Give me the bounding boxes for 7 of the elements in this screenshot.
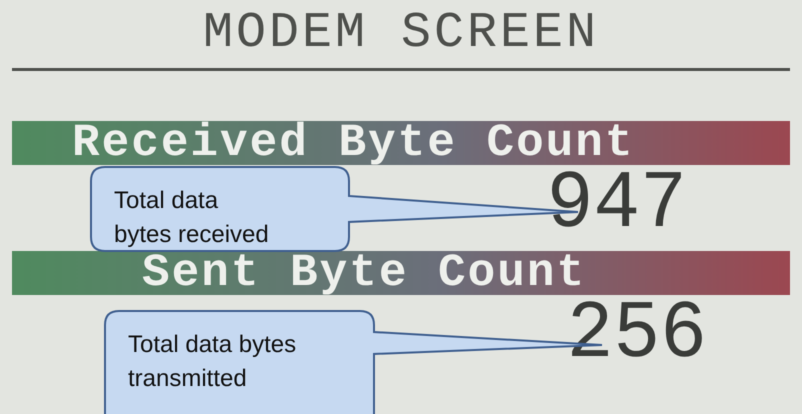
counter-label-bar: Sent Byte Count [12,251,790,295]
counter-label-bar: Received Byte Count [12,121,790,165]
callout-text: Total data bytes received [114,186,269,250]
callout-text: Total data bytes transmitted [128,330,296,394]
screen-title: MODEM SCREEN [202,6,600,62]
counter-value: 256 [566,294,707,376]
counter-value: 947 [546,164,687,246]
